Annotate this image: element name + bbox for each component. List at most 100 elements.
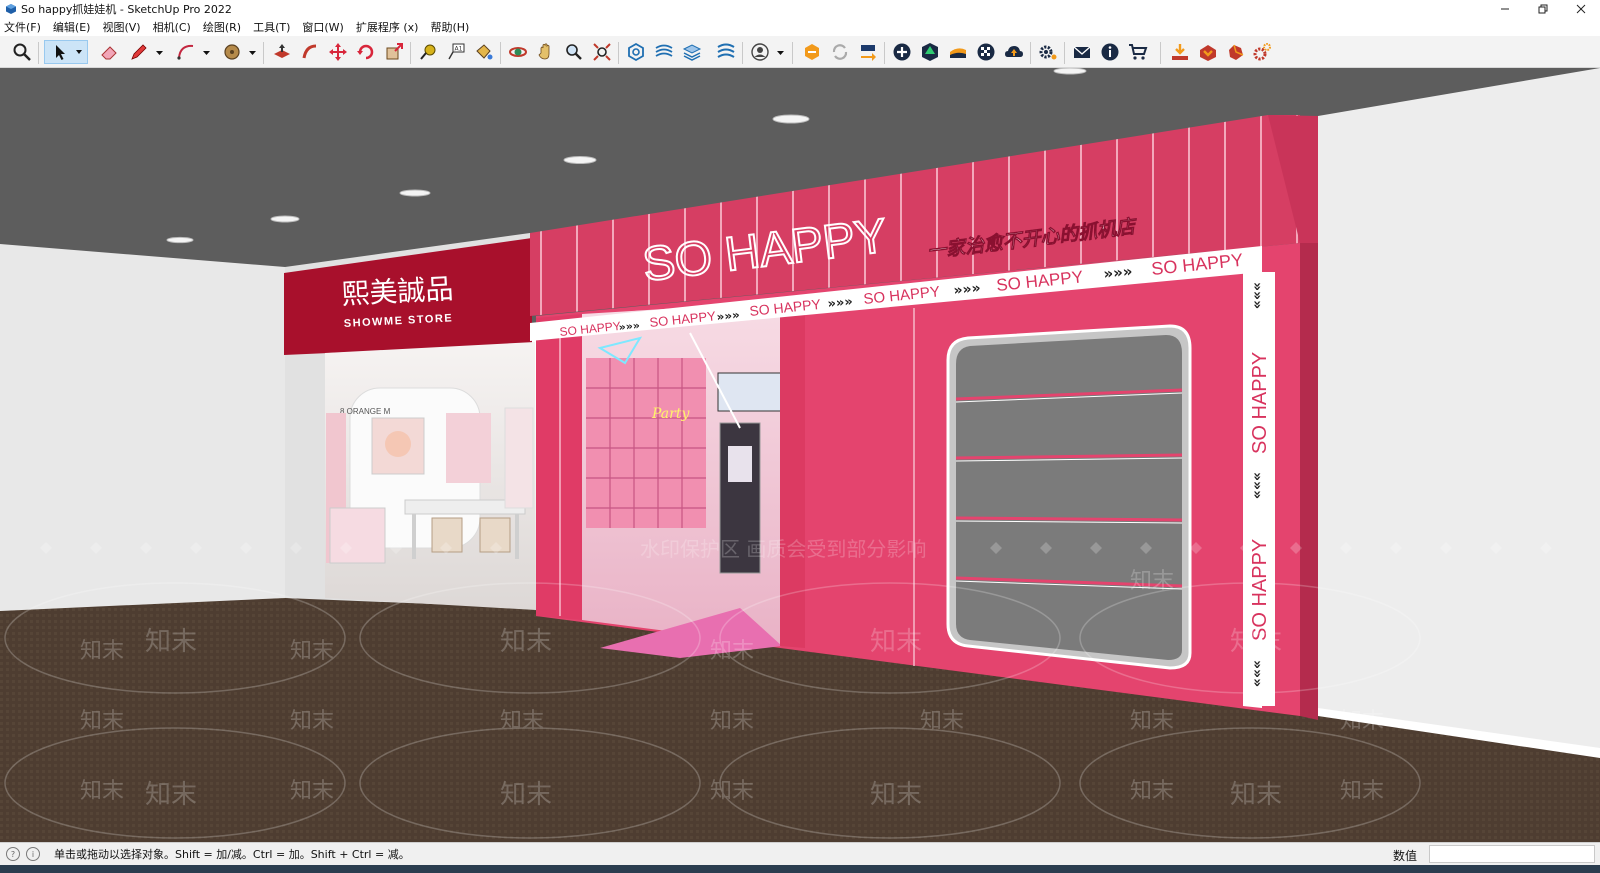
watermark-brand: 知末 xyxy=(710,709,754,734)
ceiling-light xyxy=(270,215,300,223)
close-button[interactable] xyxy=(1562,0,1600,18)
chevron-down-icon[interactable] xyxy=(248,49,257,57)
watermark-brand: 知末 xyxy=(1340,709,1384,734)
refresh-button[interactable] xyxy=(828,40,852,64)
line-tool-button[interactable] xyxy=(127,40,151,64)
model-tree-button[interactable] xyxy=(918,40,942,64)
menu-edit[interactable]: 编辑(E) xyxy=(53,19,91,35)
restore-icon xyxy=(1538,4,1548,14)
vertical-arrows: »»» xyxy=(1249,282,1265,309)
vertical-stripe-text: SO HAPPY xyxy=(1249,539,1271,641)
menu-draw[interactable]: 绘图(R) xyxy=(203,19,241,35)
account-button[interactable] xyxy=(748,40,772,64)
showme-store-poster-face xyxy=(385,431,411,457)
chevron-down-icon[interactable] xyxy=(202,49,211,57)
restore-button[interactable] xyxy=(1524,0,1562,18)
pencil-icon xyxy=(131,44,147,60)
zoom-tool-button[interactable] xyxy=(562,40,586,64)
vertical-arrows: »»» xyxy=(1249,472,1265,499)
export-button[interactable] xyxy=(1196,40,1220,64)
mail-button[interactable] xyxy=(1070,40,1094,64)
window-title: So happy抓娃娃机 - SketchUp Pro 2022 xyxy=(21,3,232,16)
pan-hand-icon xyxy=(538,43,550,60)
text-tool-button[interactable]: A1 xyxy=(444,40,468,64)
cart-button[interactable] xyxy=(1126,40,1150,64)
sandbox-button[interactable] xyxy=(946,40,970,64)
extension-warehouse-icon xyxy=(805,44,819,60)
watermark-brand: 知末 xyxy=(145,780,197,810)
watermark-brand: 知末 xyxy=(1340,779,1384,804)
info-button[interactable] xyxy=(1098,40,1122,64)
shapes-tool-button[interactable] xyxy=(220,40,244,64)
stripe-arrows: »»» xyxy=(716,308,741,324)
zoom-extents-tool-button[interactable] xyxy=(590,40,614,64)
watermark-brand: 知末 xyxy=(1230,627,1282,657)
user-account-icon xyxy=(751,43,769,61)
taskbar-strip xyxy=(0,865,1600,873)
paint-bucket-tool-button[interactable] xyxy=(472,40,496,64)
ruby-icon xyxy=(1229,44,1244,60)
watermark-brand: 知末 xyxy=(290,709,334,734)
menu-file[interactable]: 文件(F) xyxy=(4,19,41,35)
shopping-cart-icon xyxy=(1129,44,1148,60)
push-pull-tool-button[interactable] xyxy=(270,40,294,64)
settings-button[interactable] xyxy=(1036,40,1060,64)
chevron-down-icon[interactable] xyxy=(776,49,785,57)
scenes-button[interactable] xyxy=(714,40,738,64)
cog-icon xyxy=(1253,43,1271,61)
arc-icon xyxy=(177,44,194,60)
showme-store-shelf xyxy=(446,413,491,483)
mail-icon xyxy=(1073,46,1091,58)
tape-measure-icon xyxy=(420,44,436,60)
menu-help[interactable]: 帮助(H) xyxy=(430,19,469,35)
info-icon xyxy=(1101,43,1119,61)
move-tool-button[interactable] xyxy=(326,40,350,64)
right-wall xyxy=(1318,68,1600,748)
measurements-input[interactable] xyxy=(1429,845,1595,863)
orbit-tool-button[interactable] xyxy=(506,40,530,64)
pattern-button[interactable] xyxy=(974,40,998,64)
components-button[interactable] xyxy=(624,40,648,64)
chevron-down-icon[interactable] xyxy=(155,49,164,57)
rotate-tool-button[interactable] xyxy=(354,40,378,64)
download-button[interactable] xyxy=(1168,40,1192,64)
zoom-window-tool-button[interactable] xyxy=(10,40,34,64)
send-button[interactable] xyxy=(856,40,880,64)
extension-warehouse-button[interactable] xyxy=(800,40,824,64)
title-bar: So happy抓娃娃机 - SketchUp Pro 2022 xyxy=(0,0,1600,18)
arc-tool-button[interactable] xyxy=(174,40,198,64)
watermark-brand: 知末 xyxy=(1130,709,1174,734)
select-tool-button[interactable] xyxy=(44,40,88,64)
refresh-icon xyxy=(832,44,848,60)
toolbar-separator xyxy=(1064,42,1065,64)
follow-me-tool-button[interactable] xyxy=(298,40,322,64)
pan-tool-button[interactable] xyxy=(534,40,558,64)
status-bar: ? i 单击或拖动以选择对象。Shift = 加/减。Ctrl = 加。Shif… xyxy=(0,842,1600,865)
extension-settings-button[interactable] xyxy=(1250,40,1274,64)
menu-camera[interactable]: 相机(C) xyxy=(153,19,191,35)
ruby-console-button[interactable] xyxy=(1224,40,1248,64)
styles-button[interactable] xyxy=(652,40,676,64)
cloud-upload-button[interactable] xyxy=(1002,40,1026,64)
stripe-arrows: »»» xyxy=(827,295,854,312)
menu-window[interactable]: 窗口(W) xyxy=(302,19,343,35)
export-icon xyxy=(1200,45,1216,61)
info-circle-icon[interactable]: i xyxy=(26,847,40,861)
watermark-brand: 知末 xyxy=(500,627,552,657)
layers-button[interactable] xyxy=(680,40,704,64)
menu-tools[interactable]: 工具(T) xyxy=(253,19,290,35)
tree-icon xyxy=(922,43,938,61)
watermark-brand: 知末 xyxy=(1130,779,1174,804)
menu-extensions[interactable]: 扩展程序 (x) xyxy=(356,19,419,35)
interior-shelf-wall xyxy=(586,358,706,528)
tape-measure-tool-button[interactable] xyxy=(416,40,440,64)
menu-view[interactable]: 视图(V) xyxy=(102,19,140,35)
minimize-button[interactable] xyxy=(1486,0,1524,18)
add-button[interactable] xyxy=(890,40,914,64)
model-viewport[interactable]: 熙美誠品 SHOWME STORE 8 ORANGE M Party SO HA… xyxy=(0,68,1600,842)
scale-tool-button[interactable] xyxy=(382,40,406,64)
eraser-tool-button[interactable] xyxy=(97,40,121,64)
orbit-icon xyxy=(509,47,527,57)
geo-location-icon[interactable]: ? xyxy=(6,847,20,861)
watermark-brand: 知末 xyxy=(500,709,544,734)
